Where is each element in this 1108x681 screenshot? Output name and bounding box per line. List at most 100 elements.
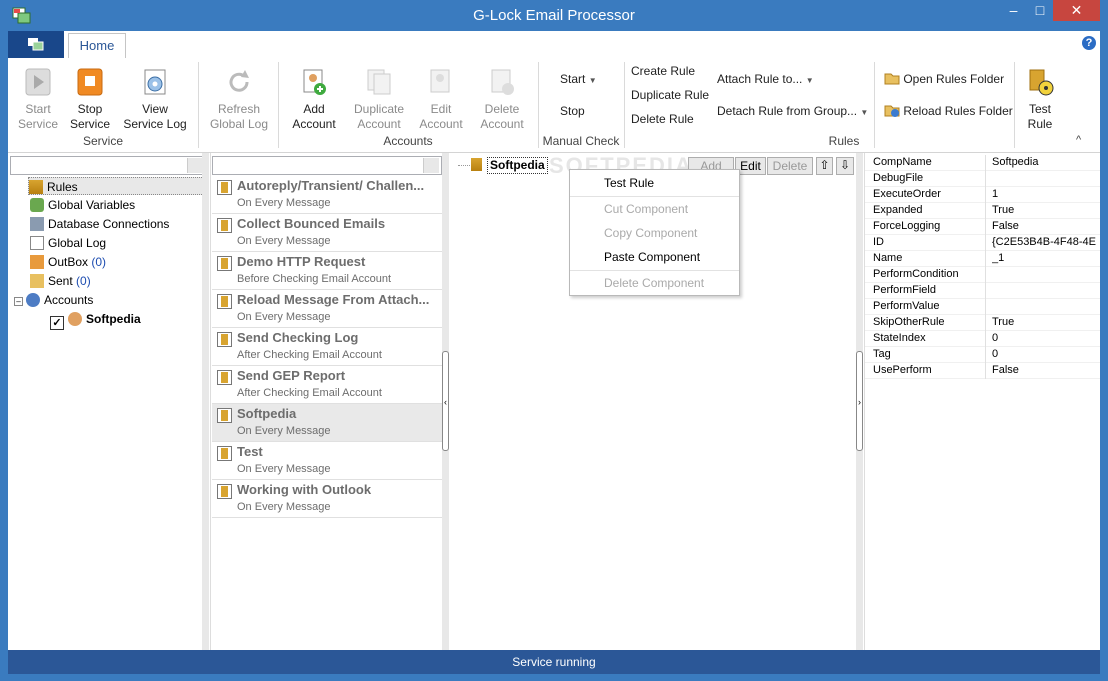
detach-rule-button[interactable]: Detach Rule from Group... ▼ bbox=[717, 104, 868, 118]
manual-start-button[interactable]: Start ▼ bbox=[560, 72, 597, 86]
expand-grip-icon[interactable]: › bbox=[856, 351, 863, 451]
rule-node[interactable]: Softpedia bbox=[487, 157, 548, 174]
tree-item-database-connections[interactable]: Database Connections bbox=[30, 215, 169, 233]
property-name: ID bbox=[873, 236, 884, 248]
property-value[interactable]: True bbox=[992, 204, 1100, 216]
reload-rules-folder-button[interactable]: Reload Rules Folder bbox=[884, 102, 1013, 118]
property-row[interactable]: Tag 0 bbox=[865, 347, 1100, 363]
delete-rule-button[interactable]: Delete Rule bbox=[631, 112, 694, 126]
test-rule-menu-item[interactable]: Test Rule bbox=[604, 176, 654, 190]
property-name: CompName bbox=[873, 156, 932, 168]
rule-trigger: After Checking Email Account bbox=[237, 349, 382, 361]
refresh-label-2: Global Log bbox=[209, 117, 269, 131]
manual-stop-button[interactable]: Stop bbox=[560, 104, 585, 118]
paste-component-menu-item[interactable]: Paste Component bbox=[604, 250, 700, 264]
tree-search-input[interactable] bbox=[10, 156, 206, 175]
property-value[interactable]: Softpedia bbox=[992, 156, 1100, 168]
duplicate-rule-button[interactable]: Duplicate Rule bbox=[631, 88, 709, 102]
edit-account-button[interactable]: Edit Account bbox=[416, 66, 466, 132]
tree-item-accounts[interactable]: – Accounts bbox=[14, 291, 93, 309]
tree-item-account-softpedia[interactable]: ✓ Softpedia bbox=[50, 310, 141, 330]
create-rule-button[interactable]: Create Rule bbox=[631, 64, 695, 78]
dropdown-arrow-icon: ▼ bbox=[588, 76, 597, 85]
start-service-button[interactable]: Start Service bbox=[14, 66, 62, 132]
rule-trigger: On Every Message bbox=[237, 311, 331, 323]
rule-list-item[interactable]: Send GEP Report After Checking Email Acco… bbox=[212, 366, 442, 404]
property-value[interactable]: False bbox=[992, 364, 1100, 376]
tab-home[interactable]: Home bbox=[68, 33, 126, 59]
delete-component-menu-item[interactable]: Delete Component bbox=[604, 276, 704, 290]
move-up-icon[interactable]: ⇧ bbox=[816, 157, 833, 175]
property-row[interactable]: PerformValue bbox=[865, 299, 1100, 315]
tree-item-rules[interactable]: Rules bbox=[28, 177, 206, 195]
cut-component-menu-item[interactable]: Cut Component bbox=[604, 202, 688, 216]
property-row[interactable]: ExecuteOrder 1 bbox=[865, 187, 1100, 203]
refresh-global-log-button[interactable]: Refresh Global Log bbox=[208, 66, 270, 132]
tree-item-global-variables[interactable]: Global Variables bbox=[30, 196, 135, 214]
rule-list-item[interactable]: Demo HTTP Request Before Checking Email A… bbox=[212, 252, 442, 290]
duplicate-account-button[interactable]: Duplicate Account bbox=[348, 66, 410, 132]
property-row[interactable]: ID {C2E53B4B-4F48-4E bbox=[865, 235, 1100, 251]
splitter[interactable]: › bbox=[856, 153, 863, 650]
property-row[interactable]: StateIndex 0 bbox=[865, 331, 1100, 347]
property-value[interactable]: False bbox=[992, 220, 1100, 232]
tree-item-outbox[interactable]: OutBox (0) bbox=[30, 253, 106, 271]
splitter[interactable] bbox=[202, 153, 209, 650]
tree-item-label: OutBox bbox=[48, 255, 92, 269]
property-divider bbox=[985, 299, 986, 315]
rule-list-item[interactable]: Send Checking Log After Checking Email Ac… bbox=[212, 328, 442, 366]
move-down-icon[interactable]: ⇩ bbox=[836, 157, 854, 175]
add-account-button[interactable]: Add Account bbox=[288, 66, 340, 132]
test-rule-label-2: Rule bbox=[1027, 117, 1053, 131]
rule-list-item[interactable]: Autoreply/Transient/ Challen... On Every … bbox=[212, 176, 442, 214]
application-menu-tab[interactable] bbox=[8, 31, 64, 58]
property-value[interactable]: 1 bbox=[992, 188, 1100, 200]
rule-trigger: On Every Message bbox=[237, 501, 331, 513]
collapse-ribbon-icon[interactable]: ^ bbox=[1076, 134, 1081, 146]
test-rule-button[interactable]: Test Rule bbox=[1018, 66, 1062, 132]
property-value[interactable]: 0 bbox=[992, 332, 1100, 344]
rule-list-item[interactable]: Reload Message From Attach... On Every Me… bbox=[212, 290, 442, 328]
property-row[interactable]: Expanded True bbox=[865, 203, 1100, 219]
tree-item-label: Sent bbox=[48, 274, 77, 288]
delete-component-button[interactable]: Delete bbox=[767, 157, 813, 175]
view-service-log-button[interactable]: View Service Log bbox=[122, 66, 188, 132]
property-row[interactable]: PerformField bbox=[865, 283, 1100, 299]
property-value[interactable]: _1 bbox=[992, 252, 1100, 264]
open-rules-folder-button[interactable]: Open Rules Folder bbox=[884, 70, 1004, 86]
copy-component-menu-item[interactable]: Copy Component bbox=[604, 226, 697, 240]
search-icon[interactable] bbox=[187, 158, 203, 173]
property-value[interactable]: {C2E53B4B-4F48-4E bbox=[992, 236, 1100, 248]
rule-list-item[interactable]: Collect Bounced Emails On Every Message bbox=[212, 214, 442, 252]
collapse-grip-icon[interactable]: ‹ bbox=[442, 351, 449, 451]
rule-name: Test bbox=[237, 444, 263, 459]
collapse-icon[interactable]: – bbox=[14, 297, 23, 306]
rules-icon bbox=[29, 180, 43, 194]
minimize-button[interactable]: – bbox=[1000, 0, 1027, 21]
maximize-button[interactable]: □ bbox=[1027, 0, 1053, 21]
property-row[interactable]: ForceLogging False bbox=[865, 219, 1100, 235]
rule-list-item[interactable]: Softpedia On Every Message bbox=[212, 404, 442, 442]
attach-rule-button[interactable]: Attach Rule to... ▼ bbox=[717, 72, 814, 86]
close-button[interactable]: ✕ bbox=[1053, 0, 1100, 21]
property-value[interactable]: True bbox=[992, 316, 1100, 328]
property-row[interactable]: Name _1 bbox=[865, 251, 1100, 267]
rule-list-item[interactable]: Test On Every Message bbox=[212, 442, 442, 480]
property-row[interactable]: PerformCondition bbox=[865, 267, 1100, 283]
tree-item-sent[interactable]: Sent (0) bbox=[30, 272, 91, 290]
stop-service-button[interactable]: Stop Service bbox=[66, 66, 114, 132]
property-row[interactable]: SkipOtherRule True bbox=[865, 315, 1100, 331]
rules-search-input[interactable] bbox=[212, 156, 442, 175]
delete-account-button[interactable]: Delete Account bbox=[474, 66, 530, 132]
search-icon[interactable] bbox=[423, 158, 439, 173]
property-row[interactable]: CompName Softpedia bbox=[865, 155, 1100, 171]
rule-name: Send Checking Log bbox=[237, 330, 359, 345]
tree-item-global-log[interactable]: Global Log bbox=[30, 234, 106, 252]
rule-list-item[interactable]: Working with Outlook On Every Message bbox=[212, 480, 442, 518]
checkbox-icon[interactable]: ✓ bbox=[50, 316, 64, 330]
property-value[interactable]: 0 bbox=[992, 348, 1100, 360]
splitter[interactable]: ‹ bbox=[442, 153, 449, 650]
property-row[interactable]: UsePerform False bbox=[865, 363, 1100, 379]
help-icon[interactable]: ? bbox=[1082, 36, 1096, 50]
property-row[interactable]: DebugFile bbox=[865, 171, 1100, 187]
